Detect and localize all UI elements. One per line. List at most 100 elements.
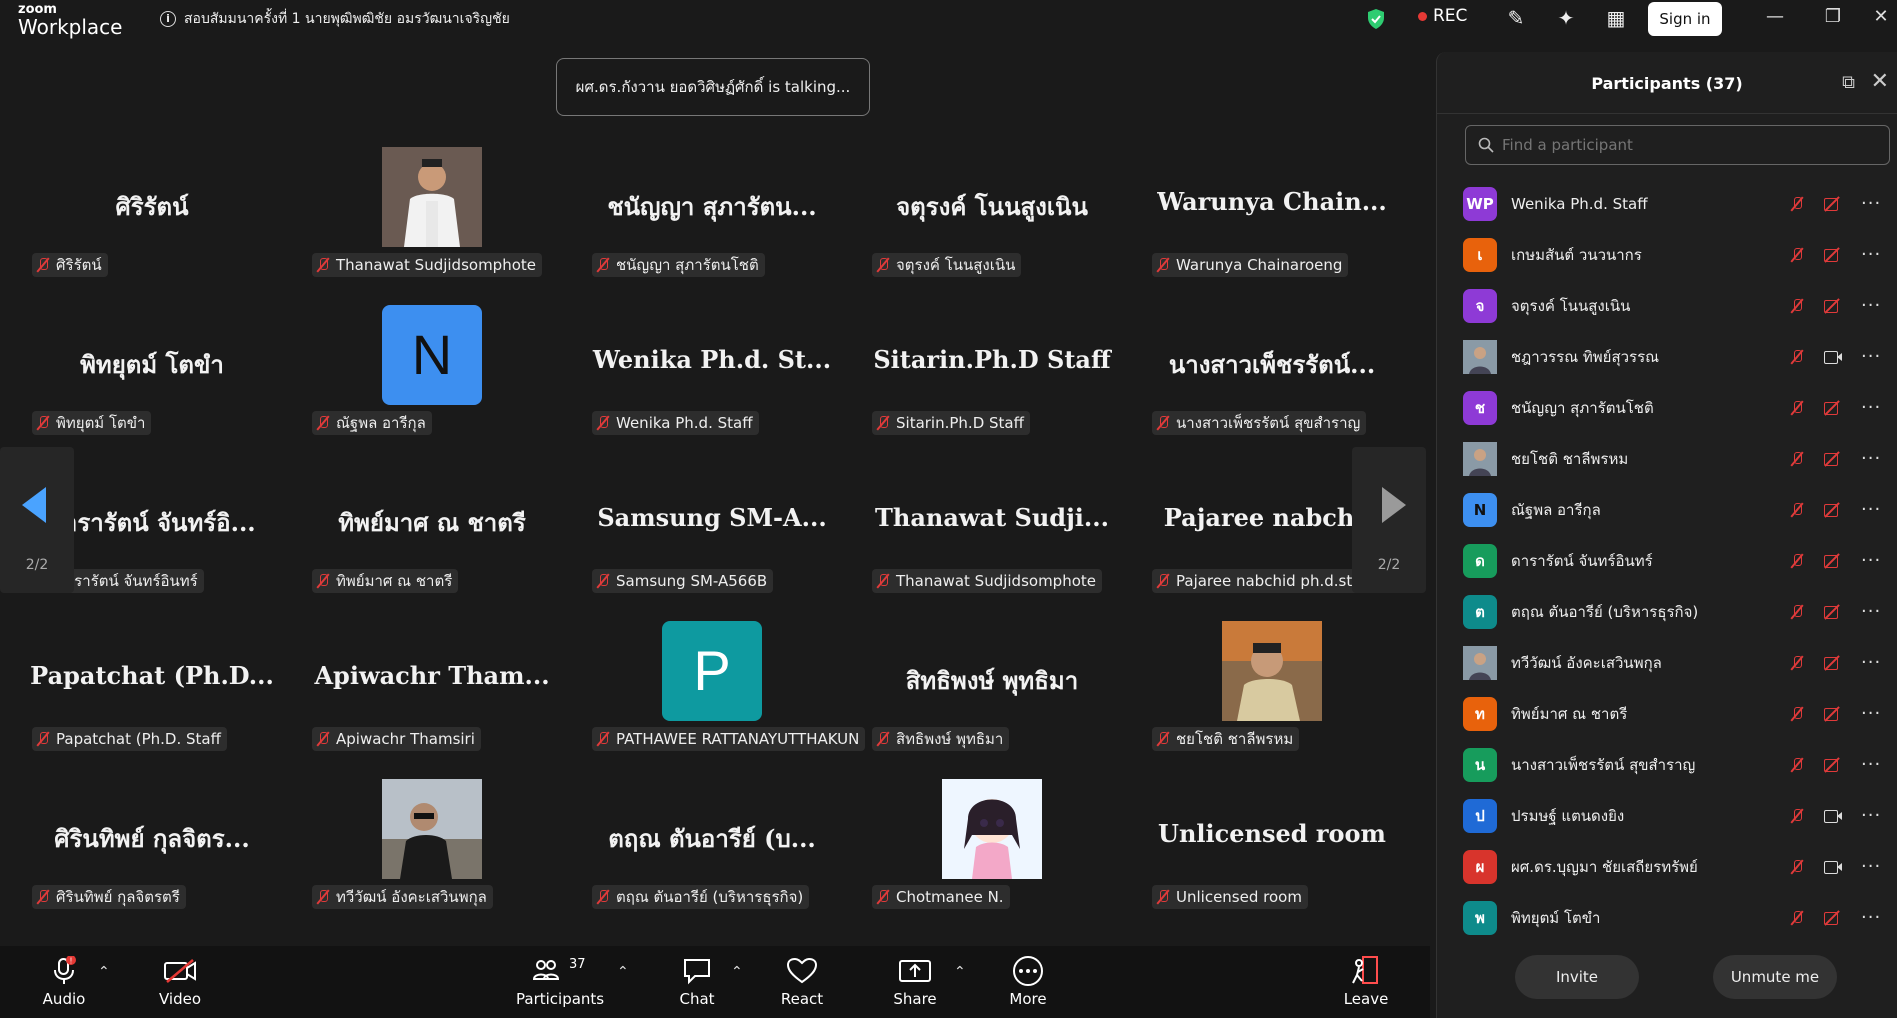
video-off-icon[interactable] [1824,758,1842,772]
shield-icon[interactable] [1366,8,1386,30]
more-options-icon[interactable]: ··· [1861,703,1881,724]
more-options-icon[interactable]: ··· [1861,346,1881,367]
previous-page-button[interactable]: 2/2 [0,447,74,593]
video-tile[interactable]: ชยโชติ ชาลีพรหม [1136,611,1408,763]
video-off-icon[interactable] [1824,248,1842,262]
info-icon[interactable]: i [160,11,176,27]
more-options-icon[interactable]: ··· [1861,907,1881,928]
video-tile[interactable]: Papatchat (Ph.D... Papatchat (Ph.D. Staff [16,611,288,763]
video-tile[interactable]: Chotmanee N. [856,769,1128,921]
share-options-chevron-icon[interactable]: ⌃ [954,964,966,980]
video-camera-icon[interactable] [1824,350,1842,364]
participant-row[interactable]: ต ตฤณ ตันอารีย์ (บริหารธุรกิจ) ··· [1437,586,1897,637]
mic-muted-icon[interactable] [1790,910,1804,926]
participant-row[interactable]: ท ทิพย์มาศ ณ ชาตรี ··· [1437,688,1897,739]
participant-row[interactable]: ด ดารารัตน์ จันทร์อินทร์ ··· [1437,535,1897,586]
video-off-icon[interactable] [1824,911,1842,925]
next-page-button[interactable]: 2/2 [1352,447,1426,593]
video-camera-icon[interactable] [1824,809,1842,823]
video-tile[interactable]: ศิรินทิพย์ กุลจิตร... ศิรินทิพย์ กุลจิตรต… [16,769,288,921]
participants-button[interactable]: 37 Participants [516,952,604,1008]
video-tile[interactable]: N ณัฐพล อารีกุล [296,295,568,447]
video-off-icon[interactable] [1824,707,1842,721]
participant-row[interactable]: ผ ผศ.ดร.บุญมา ชัยเสถียรทรัพย์ ··· [1437,841,1897,892]
participant-row[interactable]: ป ปรมษฐ์ แตนดงยิง ··· [1437,790,1897,841]
mic-muted-icon[interactable] [1790,757,1804,773]
restore-icon[interactable]: ❐ [1818,6,1848,27]
participant-row[interactable]: ชฎาวรรณ ทิพย์สุวรรณ ··· [1437,331,1897,382]
video-tile[interactable]: Thanawat Sudjidsomphote [296,137,568,289]
mic-muted-icon[interactable] [1790,808,1804,824]
video-tile[interactable]: จตุรงค์ โนนสูงเนิน จตุรงค์ โนนสูงเนิน [856,137,1128,289]
video-camera-icon[interactable] [1824,860,1842,874]
video-button[interactable]: Video [154,952,206,1008]
more-options-icon[interactable]: ··· [1861,754,1881,775]
video-tile[interactable]: ทวีวัฒน์ อังคะเสวินพกุล [296,769,568,921]
recording-indicator[interactable]: REC [1418,6,1467,26]
participant-row[interactable]: น นางสาวเพ็ชรรัตน์ สุขสำราญ ··· [1437,739,1897,790]
unmute-me-button[interactable]: Unmute me [1713,955,1837,999]
video-off-icon[interactable] [1824,605,1842,619]
participant-row[interactable]: จ จตุรงค์ โนนสูงเนิน ··· [1437,280,1897,331]
mic-muted-icon[interactable] [1790,196,1804,212]
more-options-icon[interactable]: ··· [1861,550,1881,571]
participant-search[interactable] [1465,125,1890,165]
participant-row[interactable]: ชยโชติ ชาลีพรหม ··· [1437,433,1897,484]
more-options-icon[interactable]: ··· [1861,193,1881,214]
mic-muted-icon[interactable] [1790,553,1804,569]
leave-button[interactable]: Leave [1340,952,1392,1008]
apps-grid-icon[interactable]: ▦ [1604,6,1628,30]
video-tile[interactable]: Samsung SM-A... Samsung SM-A566B [576,453,848,605]
mic-muted-icon[interactable] [1790,451,1804,467]
mic-muted-icon[interactable] [1790,706,1804,722]
more-options-icon[interactable]: ··· [1861,448,1881,469]
participant-row[interactable]: ช ชนัญญา สุภารัตนโชติ ··· [1437,382,1897,433]
mic-muted-icon[interactable] [1790,400,1804,416]
mic-muted-icon[interactable] [1790,298,1804,314]
react-button[interactable]: React [776,952,828,1008]
video-tile[interactable]: Wenika Ph.d. St... Wenika Ph.d. Staff [576,295,848,447]
mic-muted-icon[interactable] [1790,655,1804,671]
more-options-icon[interactable]: ··· [1861,499,1881,520]
invite-button[interactable]: Invite [1515,955,1639,999]
video-tile[interactable]: P PATHAWEE RATTANAYUTTHAKUN [576,611,866,763]
meeting-info[interactable]: i สอบสัมมนาครั้งที่ 1 นายพุฒิพฒิชัย อมรว… [160,8,510,30]
more-button[interactable]: More [1003,952,1053,1008]
video-tile[interactable]: สิทธิพงษ์ พุทธิมา สิทธิพงษ์ พุทธิมา [856,611,1128,763]
popout-icon[interactable]: ⧉ [1842,72,1855,93]
share-button[interactable]: Share [888,952,942,1008]
video-tile[interactable]: ตฤณ ตันอารีย์ (บ... ตฤณ ตันอารีย์ (บริหาร… [576,769,848,921]
wand-icon[interactable]: ✎ [1504,6,1528,30]
participant-row[interactable]: พ พิทยุตม์ โตขำ ··· [1437,892,1897,943]
more-options-icon[interactable]: ··· [1861,601,1881,622]
video-off-icon[interactable] [1824,197,1842,211]
video-tile[interactable]: Unlicensed room Unlicensed room [1136,769,1408,921]
video-off-icon[interactable] [1824,656,1842,670]
mic-muted-icon[interactable] [1790,247,1804,263]
participant-row[interactable]: N ณัฐพล อารีกุล ··· [1437,484,1897,535]
more-options-icon[interactable]: ··· [1861,244,1881,265]
participant-row[interactable]: ทวีวัฒน์ อังคะเสวินพกุล ··· [1437,637,1897,688]
more-options-icon[interactable]: ··· [1861,295,1881,316]
chat-options-chevron-icon[interactable]: ⌃ [731,964,743,980]
minimize-icon[interactable]: — [1760,6,1790,27]
more-options-icon[interactable]: ··· [1861,397,1881,418]
video-tile[interactable]: ศิริรัตน์ ศิริรัตน์ [16,137,288,289]
mic-muted-icon[interactable] [1790,502,1804,518]
audio-button[interactable]: ! Audio [38,952,90,1008]
participants-options-chevron-icon[interactable]: ⌃ [617,964,629,980]
video-tile[interactable]: Warunya Chain... Warunya Chainaroeng [1136,137,1408,289]
video-off-icon[interactable] [1824,554,1842,568]
video-tile[interactable]: นางสาวเพ็ชรรัตน์... นางสาวเพ็ชรรัตน์ สุขส… [1136,295,1408,447]
video-off-icon[interactable] [1824,503,1842,517]
close-panel-icon[interactable]: ✕ [1871,69,1889,94]
more-options-icon[interactable]: ··· [1861,652,1881,673]
video-off-icon[interactable] [1824,401,1842,415]
more-options-icon[interactable]: ··· [1861,856,1881,877]
video-tile[interactable]: Apiwachr Tham... Apiwachr Thamsiri [296,611,568,763]
window-close-icon[interactable]: ✕ [1866,6,1896,27]
mic-muted-icon[interactable] [1790,349,1804,365]
audio-options-chevron-icon[interactable]: ⌃ [98,964,110,980]
participant-row[interactable]: WP Wenika Ph.d. Staff ··· [1437,178,1897,229]
video-off-icon[interactable] [1824,299,1842,313]
